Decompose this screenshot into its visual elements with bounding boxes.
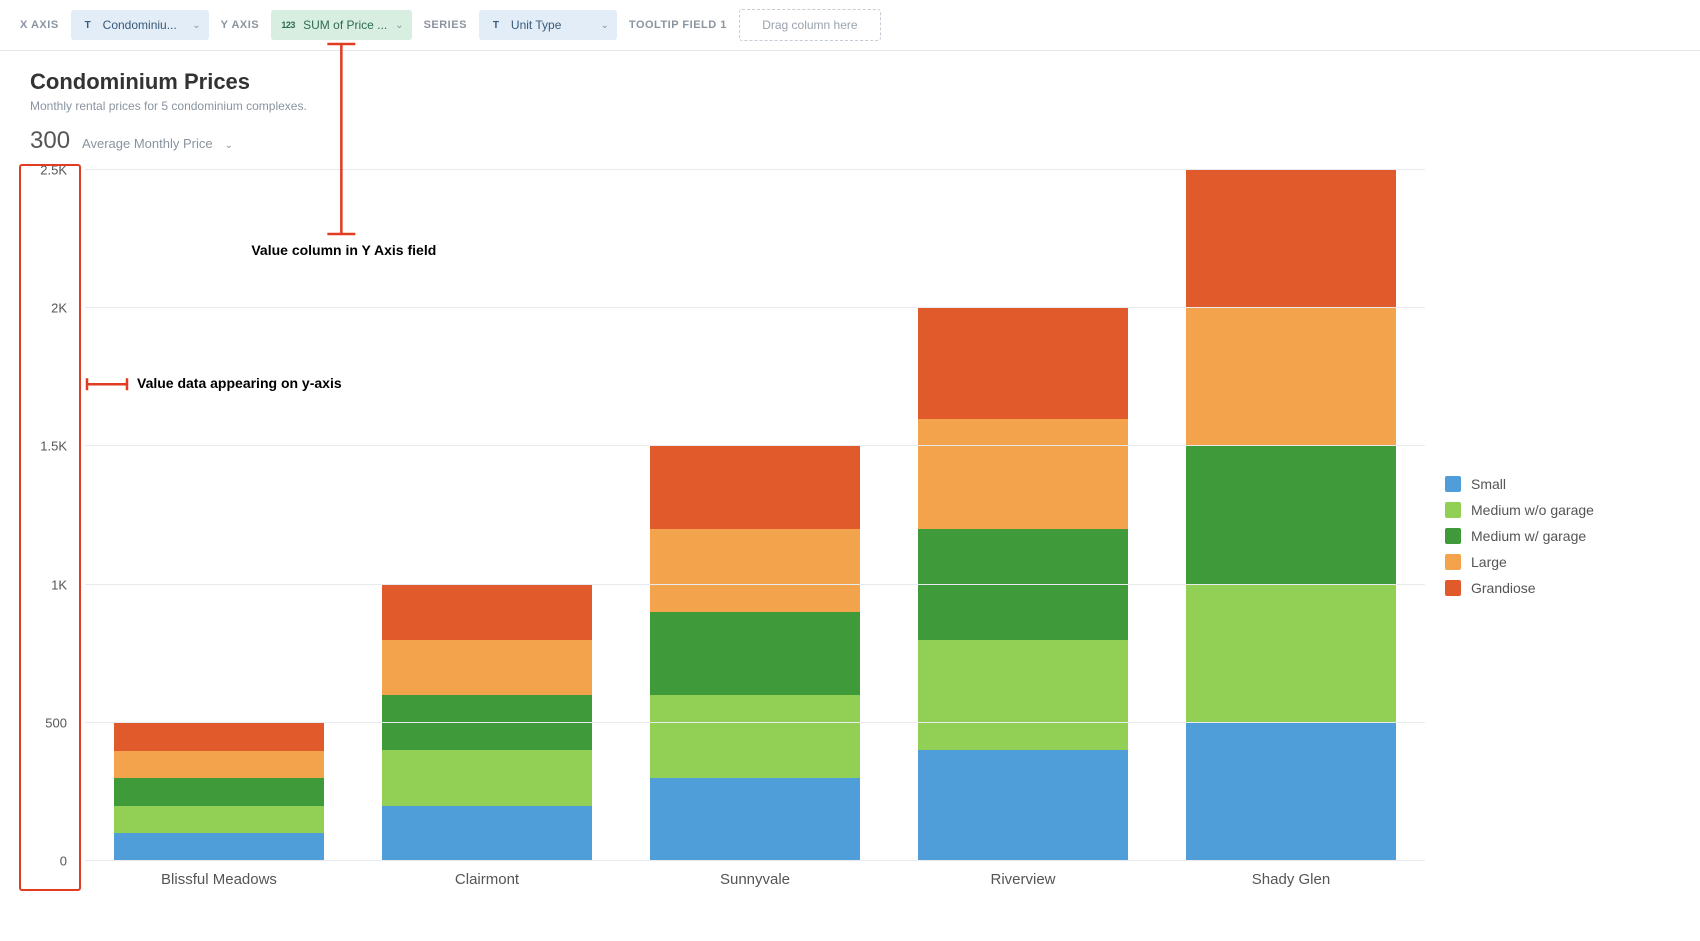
xaxis-label: X AXIS [20, 19, 59, 31]
legend-item[interactable]: Large [1445, 549, 1675, 575]
tooltip-drop-target[interactable]: Drag column here [739, 9, 881, 41]
bar-segment[interactable] [650, 778, 859, 861]
legend-item[interactable]: Medium w/o garage [1445, 497, 1675, 523]
bar-segment[interactable] [382, 695, 591, 750]
chart-config-bar: X AXIS T Condominiu... ⌄ Y AXIS 123 SUM … [0, 0, 1700, 51]
chart-title: Condominium Prices [30, 69, 1670, 95]
bar-segment[interactable] [382, 750, 591, 805]
grid-line [85, 169, 1425, 170]
number-type-icon: 123 [281, 20, 295, 30]
bars-container [85, 170, 1425, 861]
stacked-bar[interactable] [650, 446, 859, 861]
bar-segment[interactable] [1186, 723, 1395, 861]
chart-header: Condominium Prices Monthly rental prices… [0, 51, 1700, 155]
grid-line [85, 584, 1425, 585]
metric-label: Average Monthly Price [82, 136, 213, 151]
text-type-icon: T [81, 20, 95, 31]
bar-segment[interactable] [114, 806, 323, 834]
tooltip-placeholder: Drag column here [762, 18, 857, 32]
bar-segment[interactable] [650, 446, 859, 529]
plot-area [85, 170, 1425, 861]
stacked-bar[interactable] [1186, 170, 1395, 861]
bar-segment[interactable] [1186, 585, 1395, 723]
bar-segment[interactable] [918, 529, 1127, 640]
chart-area: 05001K1.5K2K2.5K Blissful MeadowsClairmo… [25, 170, 1675, 901]
bar-segment[interactable] [918, 308, 1127, 419]
legend-swatch [1445, 580, 1461, 596]
legend-swatch [1445, 502, 1461, 518]
chevron-down-icon: ⌄ [395, 20, 403, 31]
bar-segment[interactable] [650, 612, 859, 695]
bar-segment[interactable] [650, 529, 859, 612]
legend-swatch [1445, 528, 1461, 544]
legend-label: Small [1471, 476, 1506, 492]
legend-label: Medium w/ garage [1471, 528, 1586, 544]
series-label: SERIES [424, 19, 467, 31]
chevron-down-icon: ⌄ [225, 140, 233, 151]
bar-segment[interactable] [650, 695, 859, 778]
grid-line [85, 445, 1425, 446]
text-type-icon: T [489, 20, 503, 31]
x-tick-label: Shady Glen [1157, 861, 1425, 901]
bar-slot [1157, 170, 1425, 861]
legend-swatch [1445, 554, 1461, 570]
legend-item[interactable]: Grandiose [1445, 575, 1675, 601]
metric-value: 300 [30, 127, 70, 155]
stacked-bar[interactable] [114, 723, 323, 861]
x-tick-label: Riverview [889, 861, 1157, 901]
annotation-yaxis-box [19, 164, 81, 891]
bar-slot [353, 170, 621, 861]
grid-line [85, 722, 1425, 723]
tooltip-label: TOOLTIP FIELD 1 [629, 19, 727, 31]
chevron-down-icon: ⌄ [601, 20, 609, 31]
legend-label: Medium w/o garage [1471, 502, 1594, 518]
bar-segment[interactable] [1186, 446, 1395, 584]
bar-slot [621, 170, 889, 861]
yaxis-pill[interactable]: 123 SUM of Price ... ⌄ [271, 10, 411, 40]
legend-swatch [1445, 476, 1461, 492]
legend-item[interactable]: Medium w/ garage [1445, 523, 1675, 549]
bar-segment[interactable] [918, 750, 1127, 861]
bar-segment[interactable] [114, 778, 323, 806]
legend: Small Medium w/o garage Medium w/ garage La… [1445, 471, 1675, 601]
xaxis-pill[interactable]: T Condominiu... ⌄ [71, 10, 209, 40]
yaxis-label: Y AXIS [221, 19, 259, 31]
bar-segment[interactable] [114, 833, 323, 861]
xaxis-value: Condominiu... [103, 18, 185, 32]
series-value: Unit Type [511, 18, 593, 32]
bar-segment[interactable] [382, 640, 591, 695]
bar-segment[interactable] [382, 806, 591, 861]
x-axis-labels: Blissful MeadowsClairmontSunnyvaleRiverv… [85, 861, 1425, 901]
x-tick-label: Sunnyvale [621, 861, 889, 901]
bar-segment[interactable] [114, 723, 323, 751]
bar-segment[interactable] [918, 419, 1127, 530]
bar-segment[interactable] [1186, 308, 1395, 446]
annotation-yaxis-text: Value data appearing on y-axis [137, 375, 342, 391]
x-tick-label: Clairmont [353, 861, 621, 901]
bar-slot [889, 170, 1157, 861]
bar-segment[interactable] [382, 585, 591, 640]
legend-item[interactable]: Small [1445, 471, 1675, 497]
grid-line [85, 307, 1425, 308]
chevron-down-icon: ⌄ [192, 20, 200, 31]
metric-row[interactable]: 300 Average Monthly Price ⌄ [30, 127, 1670, 155]
series-pill[interactable]: T Unit Type ⌄ [479, 10, 617, 40]
annotation-yfield-text: Value column in Y Axis field [251, 242, 436, 258]
bar-segment[interactable] [114, 751, 323, 779]
legend-label: Large [1471, 554, 1507, 570]
legend-label: Grandiose [1471, 580, 1536, 596]
bar-slot [85, 170, 353, 861]
bar-segment[interactable] [918, 640, 1127, 751]
bar-segment[interactable] [1186, 170, 1395, 308]
yaxis-value: SUM of Price ... [303, 18, 387, 32]
chart-subtitle: Monthly rental prices for 5 condominium … [30, 99, 1670, 113]
x-tick-label: Blissful Meadows [85, 861, 353, 901]
